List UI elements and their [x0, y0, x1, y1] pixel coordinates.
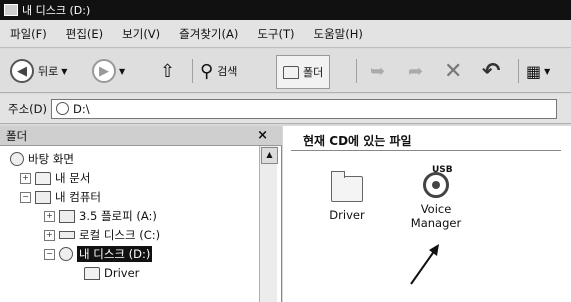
folder-icon — [84, 266, 100, 280]
window-folder-icon — [4, 4, 18, 16]
folders-label: 폴더 — [303, 66, 324, 79]
menu-bar: 파일(F) 편집(E) 보기(V) 즐겨찾기(A) 도구(T) 도움말(H) — [0, 20, 571, 48]
file-item-voice-manager[interactable]: USB Voice Manager — [399, 165, 473, 230]
toolbar-separator — [518, 59, 519, 83]
tree-item-label: 내 컴퓨터 — [55, 190, 101, 204]
cd-drive-icon — [56, 102, 69, 115]
up-folder-icon: ⇧ — [160, 60, 176, 82]
desktop-icon — [10, 152, 24, 166]
tree-item-my-documents[interactable]: + 내 문서 — [20, 169, 90, 187]
folder-pane-title: 폴더 — [6, 128, 28, 143]
title-bar: 내 디스크 (D:) — [0, 0, 571, 20]
folders-button[interactable]: 폴더 — [276, 55, 331, 89]
move-to-icon: ➥ — [370, 60, 386, 82]
expand-icon[interactable]: + — [20, 172, 31, 184]
forward-dropdown-icon[interactable]: ▼ — [119, 67, 125, 76]
tree-item-my-computer[interactable]: − 내 컴퓨터 — [20, 188, 101, 206]
back-arrow-icon: ◀ — [10, 59, 34, 83]
tree-item-label: 로컬 디스크 (C:) — [79, 228, 161, 242]
hard-disk-icon — [59, 231, 75, 239]
content-pane: 현재 CD에 있는 파일 Driver USB Voice Manager — [283, 126, 571, 302]
copy-to-icon: ➦ — [408, 60, 424, 82]
tree-item-local-disk[interactable]: + 로컬 디스크 (C:) — [44, 226, 160, 244]
menu-help[interactable]: 도움말(H) — [314, 26, 363, 42]
toolbar: ◀ 뒤로 ▼ ▶ ▼ ⇧ ⚲ 검색 폴더 ➥ ➦ ✕ ↶ ▦ ▼ — [0, 49, 571, 93]
back-dropdown-icon[interactable]: ▼ — [61, 67, 67, 76]
tree-item-desktop[interactable]: 바탕 화면 — [10, 150, 74, 168]
tree-item-driver[interactable]: Driver — [84, 264, 139, 282]
expand-icon[interactable]: + — [44, 210, 55, 222]
menu-tools[interactable]: 도구(T) — [257, 26, 294, 42]
search-icon: ⚲ — [200, 60, 214, 82]
views-button[interactable]: ▦ ▼ — [526, 55, 550, 87]
folder-pane-header: 폴더 × — [0, 126, 282, 146]
search-label: 검색 — [217, 65, 238, 78]
tree-item-label: 3.5 플로피 (A:) — [79, 209, 157, 223]
floppy-drive-icon — [59, 209, 75, 223]
menu-view[interactable]: 보기(V) — [122, 26, 160, 42]
tree-item-my-disk[interactable]: − 내 디스크 (D:) — [44, 245, 153, 263]
folder-pane: 폴더 × 바탕 화면 + 내 문서 − 내 컴퓨터 + 3.5 플로피 (A:)… — [0, 126, 282, 302]
window-title: 내 디스크 (D:) — [22, 4, 91, 17]
back-button[interactable]: ◀ 뒤로 ▼ — [10, 55, 67, 87]
file-name-line1: Voice — [420, 202, 452, 216]
menu-favorites[interactable]: 즐겨찾기(A) — [179, 26, 238, 42]
address-value: D:\ — [73, 101, 90, 116]
pointer-arrow-icon — [410, 244, 439, 285]
copy-to-button[interactable]: ➦ — [408, 55, 423, 87]
toolbar-separator — [192, 59, 193, 83]
tree-item-label: 내 문서 — [55, 171, 91, 185]
move-to-button[interactable]: ➥ — [370, 55, 385, 87]
views-dropdown-icon[interactable]: ▼ — [544, 67, 550, 76]
up-folder-button[interactable]: ⇧ — [160, 55, 175, 87]
tree-item-label: 바탕 화면 — [28, 152, 74, 166]
back-label: 뒤로 — [38, 65, 59, 78]
toolbar-separator — [356, 59, 357, 83]
menu-file[interactable]: 파일(F) — [10, 26, 47, 42]
collapse-icon[interactable]: − — [20, 191, 31, 203]
cd-drive-icon — [59, 247, 73, 261]
delete-x-icon: ✕ — [444, 58, 463, 84]
address-label: 주소(D) — [8, 101, 47, 116]
views-grid-icon: ▦ — [526, 61, 542, 81]
computer-icon — [35, 190, 51, 204]
file-name-line2: Manager — [410, 216, 462, 230]
content-header: 현재 CD에 있는 파일 — [303, 134, 412, 148]
address-bar: 주소(D) D:\ — [0, 94, 571, 124]
expand-icon[interactable]: + — [44, 229, 55, 241]
close-pane-icon[interactable]: × — [257, 128, 268, 143]
tree-item-floppy[interactable]: + 3.5 플로피 (A:) — [44, 207, 157, 225]
search-button[interactable]: ⚲ 검색 — [200, 55, 237, 87]
scroll-up-icon[interactable]: ▲ — [261, 147, 278, 164]
usb-app-icon: USB — [423, 165, 453, 198]
tree-item-label-selected: 내 디스크 (D:) — [77, 246, 153, 262]
file-name: Driver — [329, 208, 365, 222]
forward-arrow-icon: ▶ — [92, 59, 116, 83]
header-divider — [291, 150, 561, 151]
folder-icon — [331, 171, 363, 202]
undo-icon: ↶ — [482, 58, 501, 84]
delete-button[interactable]: ✕ — [444, 55, 462, 87]
folders-icon — [283, 65, 299, 79]
forward-button[interactable]: ▶ ▼ — [92, 55, 125, 87]
undo-button[interactable]: ↶ — [482, 55, 500, 87]
menu-edit[interactable]: 편집(E) — [66, 26, 103, 42]
address-input[interactable]: D:\ — [51, 98, 557, 119]
collapse-icon[interactable]: − — [44, 248, 55, 260]
tree-item-label: Driver — [104, 266, 140, 280]
usb-icon-label: USB — [432, 165, 453, 175]
documents-folder-icon — [35, 171, 51, 185]
file-item-driver[interactable]: Driver — [319, 171, 375, 222]
folder-pane-scrollbar[interactable]: ▲ — [259, 146, 278, 302]
